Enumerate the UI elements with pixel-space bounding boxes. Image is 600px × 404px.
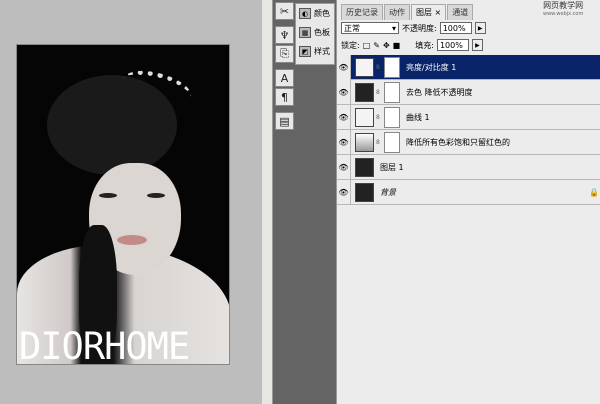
opacity-label: 不透明度: [402,23,437,33]
photo-image: DIORHOME [16,44,230,365]
layer-row[interactable]: 👁 图层 1 [337,154,600,180]
tab-actions[interactable]: 动作 [384,4,410,20]
lock-move-icon[interactable]: ✥ [383,41,390,50]
paragraph-icon[interactable]: ¶ [275,88,294,106]
lock-label: 锁定: [341,40,360,50]
tab-channels[interactable]: 通道 [447,4,474,20]
opacity-input[interactable]: 100% [439,22,472,34]
layer-comps-icon[interactable]: ▤ [275,112,294,130]
lock-icon: 🔒 [589,187,599,197]
lock-transparent-icon[interactable]: □ [363,41,371,50]
document-canvas: DIORHOME [0,0,262,404]
layer-mask-thumbnail [384,131,400,153]
link-icon: 8 [376,138,380,146]
panel-tabs: 历史记录 动作 图层 × 通道 [337,4,474,20]
eye-icon[interactable]: 👁 [337,154,351,180]
tab-layers[interactable]: 图层 × [411,4,447,20]
blend-mode-value: 正常 [344,24,360,33]
layer-name: 去色 降低不透明度 [406,87,473,97]
layers-panel: 历史记录 动作 图层 × 通道 网页教学网 www.webjx.com 正常 ▾ 不… [336,0,600,404]
layer-mask-thumbnail [384,81,400,103]
tab-history[interactable]: 历史记录 [341,4,383,20]
color-label: 颜色 [314,9,330,18]
chevron-down-icon: ▾ [391,24,396,33]
layer-list: 👁 8 亮度/对比度 1 👁 8 去色 降低不透明度 👁 8 曲线 1 👁 8 降低所有色彩饱和… [337,54,600,205]
eye-icon[interactable]: 👁 [337,129,351,155]
link-icon: 8 [376,88,380,96]
tool-preset-icon[interactable]: ✂ [275,2,294,20]
eye-icon[interactable]: 👁 [337,179,351,205]
link-icon: 8 [376,63,380,71]
hue-saturation-thumbnail [355,132,374,152]
swatches-panel-button[interactable]: ▦ 色板 [296,23,334,42]
layer-mask-thumbnail [384,106,400,128]
color-icon: ◐ [299,8,311,19]
layer-row[interactable]: 👁 8 亮度/对比度 1 [337,54,600,80]
fill-input[interactable]: 100% [436,39,469,51]
styles-panel-button[interactable]: ◩ 样式 [296,42,334,61]
layer-thumbnail [355,157,374,177]
brush-icon[interactable]: ♆ [275,26,294,44]
swatches-icon: ▦ [299,27,311,38]
fill-label: 填充: [415,40,434,50]
watermark-text: DIORHOME [19,325,190,365]
layer-row[interactable]: 👁 8 去色 降低不透明度 [337,79,600,105]
color-panel-button[interactable]: ◐ 颜色 [296,4,334,23]
layer-row[interactable]: 👁 8 降低所有色彩饱和只留红色的 [337,129,600,155]
layer-name: 曲线 1 [406,112,430,122]
mini-panels: ◐ 颜色 ▦ 色板 ◩ 样式 [295,3,335,65]
swatches-label: 色板 [314,28,330,37]
opacity-slider-button[interactable]: ▶ [474,22,486,34]
layer-thumbnail [355,57,374,77]
styles-label: 样式 [314,47,330,56]
layer-name: 亮度/对比度 1 [406,62,457,72]
layer-thumbnail [355,182,374,202]
layer-mask-thumbnail [384,56,400,78]
styles-icon: ◩ [299,46,311,57]
curves-thumbnail [355,107,374,127]
site-url: www.webjx.com [543,11,584,17]
layer-name: 背景 [380,187,396,197]
fill-slider-button[interactable]: ▶ [471,39,483,51]
blend-mode-select[interactable]: 正常 ▾ [341,22,399,34]
lock-all-icon[interactable]: ■ [393,41,401,50]
eye-icon[interactable]: 👁 [337,54,351,80]
layer-thumbnail [355,82,374,102]
character-icon[interactable]: A [275,69,294,87]
eye-icon[interactable]: 👁 [337,104,351,130]
layer-row[interactable]: 👁 背景 🔒 [337,179,600,205]
site-name: 网页教学网 [543,1,584,10]
layer-name: 降低所有色彩饱和只留红色的 [406,137,510,147]
layer-name: 图层 1 [380,162,404,172]
site-logo: 网页教学网 www.webjx.com [543,2,583,18]
eye-icon[interactable]: 👁 [337,79,351,105]
lock-paint-icon[interactable]: ✎ [373,41,380,50]
link-icon: 8 [376,113,380,121]
canvas-scrollbar[interactable] [262,0,273,404]
clone-source-icon[interactable]: ⎘ [275,45,294,63]
layer-row[interactable]: 👁 8 曲线 1 [337,104,600,130]
collapsed-panel-icons: ✂ ♆ ⎘ A ¶ ▤ [275,2,295,152]
